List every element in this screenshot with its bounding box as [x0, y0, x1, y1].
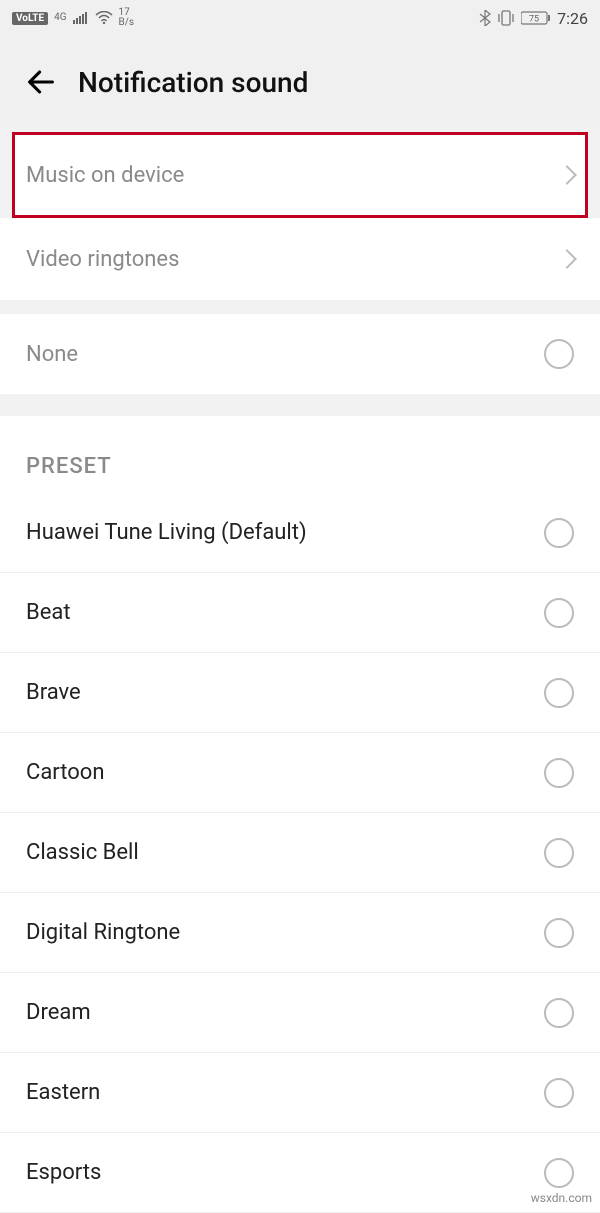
preset-option[interactable]: Huawei Tune Living (Default) — [0, 493, 600, 573]
status-time: 7:26 — [557, 9, 588, 28]
preset-option[interactable]: Classic Bell — [0, 813, 600, 893]
page-title: Notification sound — [78, 66, 308, 99]
status-left: VoLTE 4G 17 B/s — [12, 8, 134, 28]
back-icon[interactable] — [24, 65, 58, 99]
preset-label: Eastern — [26, 1080, 100, 1105]
battery-icon: 75 — [521, 11, 551, 25]
preset-option[interactable]: Dream — [0, 973, 600, 1053]
nav-video-ringtones[interactable]: Video ringtones — [0, 218, 600, 300]
radio-icon — [544, 1158, 574, 1188]
preset-option[interactable]: Eastern — [0, 1053, 600, 1133]
divider-gap — [0, 300, 600, 314]
option-label: None — [26, 342, 78, 367]
preset-label: Cartoon — [26, 760, 105, 785]
preset-option[interactable]: Esports — [0, 1133, 600, 1213]
app-header: Notification sound — [0, 36, 600, 128]
vibrate-icon — [497, 10, 515, 26]
preset-label: Huawei Tune Living (Default) — [26, 520, 307, 545]
radio-icon — [544, 918, 574, 948]
preset-label: Beat — [26, 600, 71, 625]
preset-option[interactable]: Digital Ringtone — [0, 893, 600, 973]
radio-icon — [544, 998, 574, 1028]
chevron-right-icon — [557, 249, 577, 269]
radio-icon — [544, 678, 574, 708]
preset-label: Dream — [26, 1000, 91, 1025]
radio-icon — [544, 758, 574, 788]
radio-icon — [544, 518, 574, 548]
radio-icon — [544, 838, 574, 868]
preset-label: Esports — [26, 1160, 101, 1185]
preset-section: PRESET Huawei Tune Living (Default) Beat B… — [0, 416, 600, 1213]
preset-option[interactable]: Beat — [0, 573, 600, 653]
option-none[interactable]: None — [0, 314, 600, 394]
preset-label: Classic Bell — [26, 840, 139, 865]
nav-music-on-device[interactable]: Music on device — [12, 132, 588, 218]
chevron-right-icon — [557, 165, 577, 185]
status-right: 75 7:26 — [479, 9, 588, 28]
preset-option[interactable]: Cartoon — [0, 733, 600, 813]
network-type: 4G — [54, 13, 66, 23]
radio-icon — [544, 339, 574, 369]
divider-gap — [0, 394, 600, 416]
preset-list: Huawei Tune Living (Default) Beat Brave Car… — [0, 493, 600, 1213]
radio-icon — [544, 1078, 574, 1108]
preset-option[interactable]: Brave — [0, 653, 600, 733]
signal-icon — [73, 12, 89, 24]
volte-badge: VoLTE — [12, 12, 48, 25]
nav-section: Music on device Video ringtones — [0, 132, 600, 300]
preset-label: Brave — [26, 680, 81, 705]
svg-text:75: 75 — [529, 15, 539, 25]
nav-label: Video ringtones — [26, 247, 179, 272]
status-bar: VoLTE 4G 17 B/s 75 7:26 — [0, 0, 600, 36]
preset-section-header: PRESET — [0, 416, 600, 493]
watermark: wsxdn.com — [531, 1191, 592, 1205]
radio-icon — [544, 598, 574, 628]
nav-label: Music on device — [26, 163, 184, 188]
bluetooth-icon — [479, 10, 491, 26]
preset-label: Digital Ringtone — [26, 920, 180, 945]
wifi-icon — [95, 11, 113, 25]
speed-indicator: 17 B/s — [119, 8, 135, 28]
